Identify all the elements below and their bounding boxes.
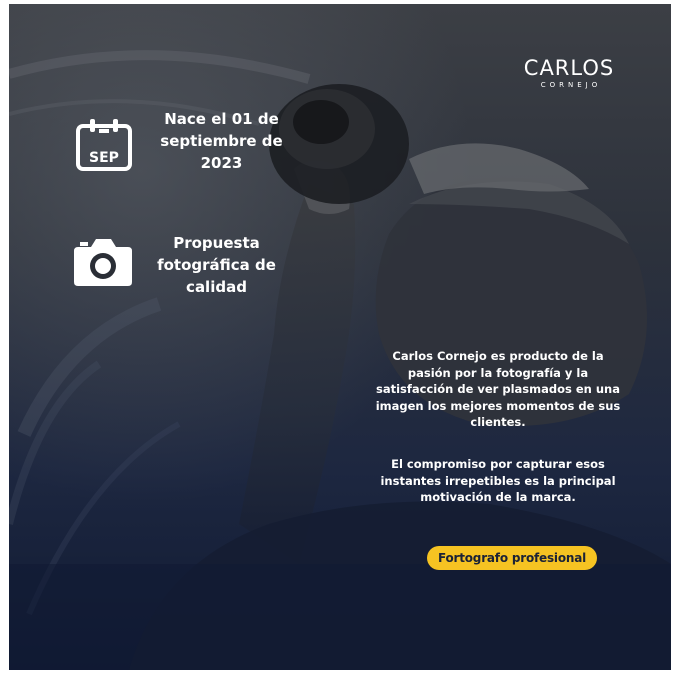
description-paragraph-2: El compromiso por capturar esos instante… [380, 457, 616, 504]
calendar-icon-label: SEP [89, 150, 119, 166]
camera-icon [74, 239, 132, 286]
brand-logo-name: CARLOS [523, 56, 615, 80]
professional-photographer-badge: Fortografo profesional [427, 546, 597, 570]
birth-date-text: Nace el 01 de septiembre de 2023 [160, 110, 283, 172]
quality-proposal-text: Propuesta fotográfica de calidad [157, 234, 276, 296]
brand-logo: CARLOS CORNEJO [504, 56, 634, 90]
description-paragraph-1: Carlos Cornejo es producto de la pasión … [375, 349, 621, 429]
calendar-icon: SEP [76, 119, 132, 171]
brand-logo-surname: CORNEJO [540, 81, 602, 89]
promo-card: CARLOS CORNEJO SEP Nace el 01 de septiem… [9, 4, 671, 670]
photographer-background-photo [9, 4, 671, 670]
